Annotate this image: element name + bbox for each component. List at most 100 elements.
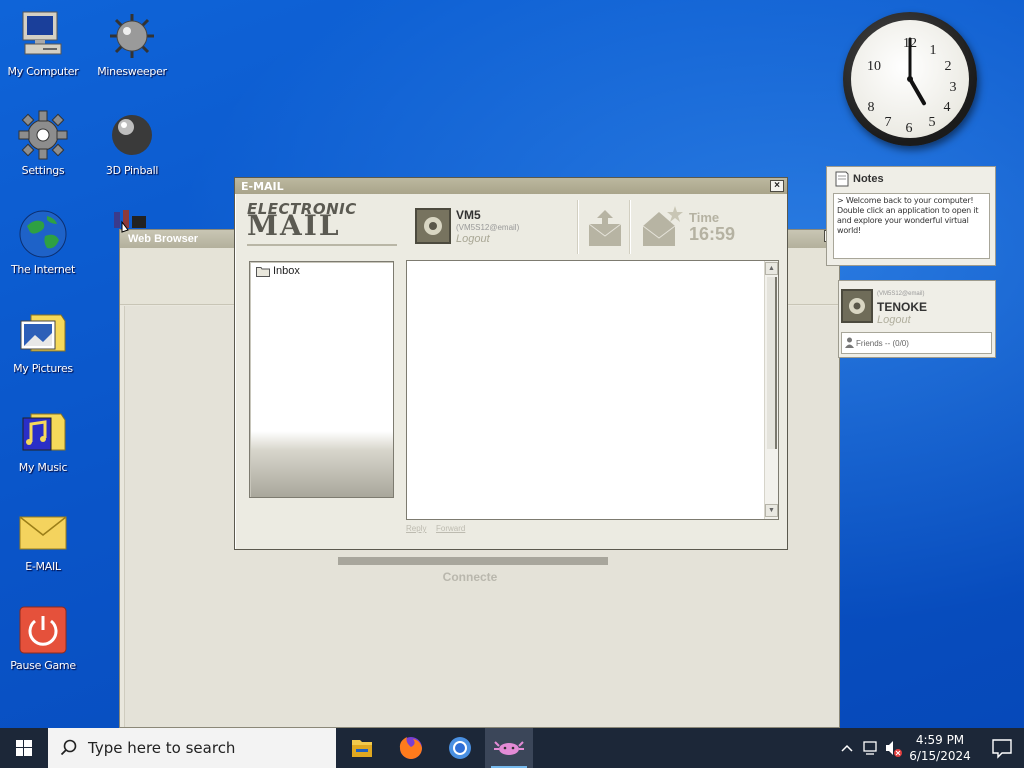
logo-bottom-text: MAIL <box>247 209 341 242</box>
globe-icon <box>17 208 69 260</box>
start-button[interactable] <box>0 728 48 768</box>
messenger-widget[interactable]: (VM5S12@email) TENOKE Logout Friends -- … <box>838 280 996 358</box>
message-scrollbar[interactable]: ▲ ▼ <box>764 261 778 519</box>
compose-button[interactable] <box>639 204 683 252</box>
clock-number: 1 <box>930 43 937 58</box>
clock-number: 10 <box>867 59 881 74</box>
computer-icon <box>17 10 69 62</box>
system-tray <box>838 728 906 768</box>
axolotl-icon <box>494 741 524 755</box>
clock-number: 8 <box>868 100 875 115</box>
messenger-logout-link[interactable]: Logout <box>877 314 911 326</box>
taskbar-firefox[interactable] <box>387 728 435 768</box>
clock-dial: 12 1 2 3 4 5 6 7 8 10 <box>867 36 957 136</box>
notes-text[interactable]: > Welcome back to your computer! Double … <box>833 193 990 259</box>
envelope-icon <box>17 505 69 557</box>
desktop-icon-my-music[interactable]: My Music <box>3 406 83 490</box>
notes-widget[interactable]: Notes > Welcome back to your computer! D… <box>826 166 996 266</box>
messenger-email: (VM5S12@email) <box>877 291 925 297</box>
scroll-thumb[interactable] <box>767 277 777 449</box>
desktop-icon-label: Minesweeper <box>97 65 167 78</box>
scroll-down-button[interactable]: ▼ <box>765 504 778 517</box>
clock-number: 5 <box>929 115 936 130</box>
web-browser-icon[interactable] <box>106 208 156 236</box>
person-icon <box>845 337 854 348</box>
time-value: 16:59 <box>689 224 736 244</box>
desktop-icon-the-internet[interactable]: The Internet <box>3 208 83 292</box>
network-icon[interactable] <box>863 741 877 755</box>
note-icon <box>835 171 849 187</box>
email-logo: ELECTRONIC MAIL <box>247 200 397 248</box>
logo-divider <box>247 244 397 246</box>
folder-icon <box>352 740 372 757</box>
folder-icon <box>256 266 270 277</box>
windows-logo-icon <box>16 740 32 756</box>
taskbar-time: 4:59 PM <box>915 733 965 747</box>
desktop-icon-label: The Internet <box>10 263 76 276</box>
logout-link[interactable]: Logout <box>456 233 490 245</box>
chevron-up-icon[interactable] <box>841 744 853 752</box>
time-label: Time <box>689 210 720 225</box>
taskbar-chrome[interactable] <box>436 728 484 768</box>
notification-button[interactable] <box>980 728 1024 768</box>
desktop-icon-label: My Computer <box>7 65 79 78</box>
notes-title: Notes <box>853 173 884 185</box>
taskbar-game-app[interactable] <box>485 728 533 768</box>
message-view[interactable]: ▲ ▼ <box>406 260 779 520</box>
desktop-icon-3d-pinball[interactable]: 3D Pinball <box>92 109 172 193</box>
folder-item-inbox[interactable]: Inbox <box>256 265 300 277</box>
inbox-envelope-icon <box>588 210 622 246</box>
music-folder-icon <box>17 406 69 458</box>
messenger-username: TENOKE <box>877 300 928 314</box>
connection-progress-bar <box>338 557 608 565</box>
friends-count: Friends -- (0/0) <box>856 339 909 348</box>
pinball-icon <box>106 109 158 161</box>
clock-number: 3 <box>950 80 957 95</box>
forward-link[interactable]: Forward <box>436 524 465 533</box>
clock-number: 2 <box>945 59 952 74</box>
taskbar-clock[interactable]: 4:59 PM 6/15/2024 <box>906 732 974 764</box>
pictures-folder-icon <box>17 307 69 359</box>
account-email: (VM5S12@email) <box>456 223 520 232</box>
clock-face: 12 1 2 3 4 5 6 7 8 10 <box>851 20 969 138</box>
get-mail-button[interactable] <box>585 204 625 252</box>
taskbar-search-box[interactable]: Type here to search <box>48 728 336 768</box>
desktop-icon-pause-game[interactable]: Pause Game <box>3 604 83 688</box>
gear-icon <box>17 109 69 161</box>
taskbar-date: 6/15/2024 <box>909 749 971 763</box>
desktop-icon-my-computer[interactable]: My Computer <box>3 10 83 94</box>
volume-muted-icon[interactable] <box>886 741 902 757</box>
messenger-avatar <box>841 289 873 323</box>
new-mail-icon <box>642 206 683 246</box>
chrome-icon <box>449 737 471 759</box>
clock-number: 6 <box>906 121 913 136</box>
email-close-button[interactable]: × <box>770 180 784 192</box>
scroll-up-button[interactable]: ▲ <box>765 262 778 275</box>
desktop-icon-label: Settings <box>21 164 65 177</box>
search-icon <box>60 739 77 756</box>
friends-list[interactable]: Friends -- (0/0) <box>841 332 992 354</box>
taskbar: Type here to search 4:59 PM 6/15/2024 <box>0 728 1024 768</box>
hour-hand <box>908 77 926 106</box>
firefox-icon <box>399 737 422 759</box>
taskbar-file-explorer[interactable] <box>338 728 386 768</box>
account-avatar <box>415 208 451 244</box>
desktop-icon-settings[interactable]: Settings <box>3 109 83 193</box>
folder-label: Inbox <box>273 265 300 277</box>
toolbar-separator <box>577 200 579 254</box>
desktop-icon-label: E-MAIL <box>25 560 61 573</box>
reply-link[interactable]: Reply <box>406 524 426 533</box>
desktop-icon-label: 3D Pinball <box>105 164 159 177</box>
power-icon <box>17 604 69 656</box>
connection-status: Connecte <box>442 570 498 584</box>
mine-icon <box>106 10 158 62</box>
account-name: VM5 <box>456 208 481 222</box>
notification-icon <box>992 739 1012 759</box>
desktop-icon-minesweeper[interactable]: Minesweeper <box>92 10 172 94</box>
desktop-icon-e-mail[interactable]: E-MAIL <box>3 505 83 589</box>
desktop-icon-my-pictures[interactable]: My Pictures <box>3 307 83 391</box>
email-window[interactable]: E-MAIL × ELECTRONIC MAIL VM5 (VM5S12@ema… <box>234 177 788 550</box>
analog-clock-widget: 12 1 2 3 4 5 6 7 8 10 <box>843 12 977 146</box>
folder-list: Inbox <box>249 261 394 498</box>
email-title[interactable]: E-MAIL <box>235 178 787 194</box>
